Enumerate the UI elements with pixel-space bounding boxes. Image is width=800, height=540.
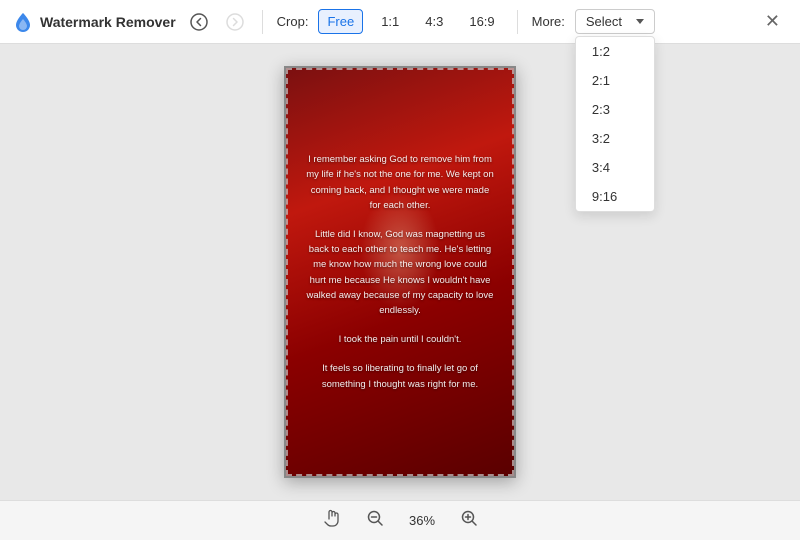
dropdown-item-3-4[interactable]: 3:4 [576, 153, 654, 182]
dropdown-item-9-16[interactable]: 9:16 [576, 182, 654, 211]
crop-1-1-button[interactable]: 1:1 [373, 10, 407, 33]
nav-back-button[interactable] [186, 9, 212, 35]
zoom-level: 36% [404, 513, 440, 528]
back-arrow-icon [190, 13, 208, 31]
canvas-area: I remember asking God to remove him from… [0, 44, 800, 500]
image-preview: I remember asking God to remove him from… [284, 66, 516, 478]
forward-arrow-icon [226, 13, 244, 31]
image-paragraph-2: Little did I know, God was magnetting us… [306, 227, 494, 318]
toolbar: Watermark Remover Crop: Free 1:1 4:3 16:… [0, 0, 800, 44]
crop-free-button[interactable]: Free [318, 9, 363, 34]
chevron-down-icon [636, 19, 644, 24]
app-logo-icon [12, 11, 34, 33]
crop-16-9-button[interactable]: 16:9 [461, 10, 502, 33]
close-button[interactable]: ✕ [757, 7, 788, 36]
zoom-out-icon [366, 509, 384, 527]
image-paragraph-3: I took the pain until I couldn't. [339, 332, 462, 347]
select-button[interactable]: Select [575, 9, 655, 34]
app-title: Watermark Remover [40, 14, 176, 30]
image-text-content: I remember asking God to remove him from… [286, 68, 514, 476]
image-paragraph-4: It feels so liberating to finally let go… [306, 361, 494, 391]
nav-forward-button[interactable] [222, 9, 248, 35]
dropdown-item-1-2[interactable]: 1:2 [576, 37, 654, 66]
app-logo: Watermark Remover [12, 11, 176, 33]
separator-2 [517, 10, 518, 34]
image-paragraph-1: I remember asking God to remove him from… [306, 152, 494, 213]
crop-label: Crop: [277, 14, 309, 29]
zoom-in-icon [460, 509, 478, 527]
dropdown-item-2-1[interactable]: 2:1 [576, 66, 654, 95]
crop-4-3-button[interactable]: 4:3 [417, 10, 451, 33]
pan-tool-button[interactable] [316, 505, 346, 536]
dropdown-item-2-3[interactable]: 2:3 [576, 95, 654, 124]
hand-icon [322, 509, 340, 527]
statusbar: 36% [0, 500, 800, 540]
more-label: More: [532, 14, 565, 29]
select-label: Select [586, 14, 622, 29]
separator-1 [262, 10, 263, 34]
dropdown-item-3-2[interactable]: 3:2 [576, 124, 654, 153]
select-dropdown[interactable]: Select 1:2 2:1 2:3 3:2 3:4 9:16 [575, 9, 655, 34]
zoom-out-button[interactable] [360, 505, 390, 536]
zoom-in-button[interactable] [454, 505, 484, 536]
dropdown-menu: 1:2 2:1 2:3 3:2 3:4 9:16 [575, 36, 655, 212]
